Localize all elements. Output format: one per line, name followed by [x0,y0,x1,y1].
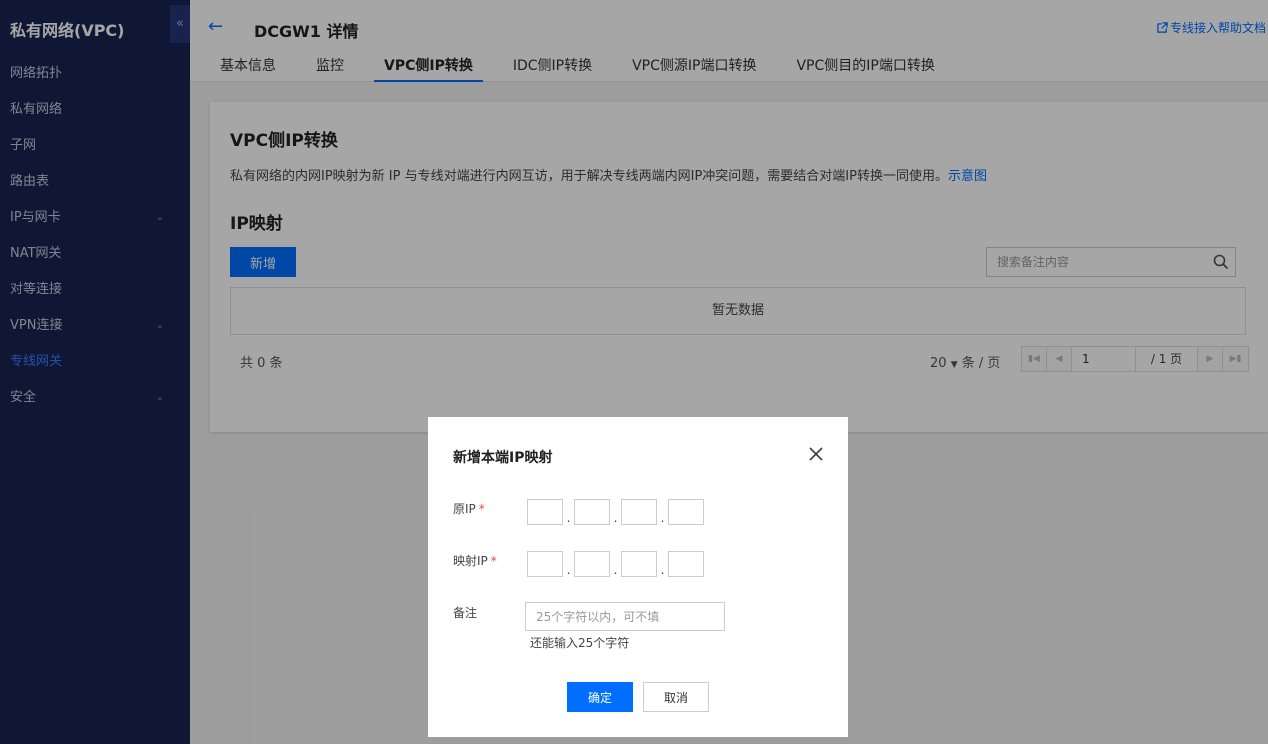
dot-separator: . [613,511,618,525]
mapped-ip-octet-4[interactable] [668,551,704,577]
dot-separator: . [566,563,571,577]
source-ip-label: 原IP * [453,500,485,517]
dot-separator: . [660,563,665,577]
source-ip-label-text: 原IP [453,502,476,516]
mapped-ip-octet-2[interactable] [574,551,610,577]
required-mark: * [490,554,497,568]
note-input[interactable] [525,602,725,631]
mapped-ip-octet-1[interactable] [527,551,563,577]
mapped-ip-label: 映射IP * [453,552,497,569]
note-label: 备注 [453,606,478,620]
source-ip-octet-2[interactable] [574,499,610,525]
dot-separator: . [660,511,665,525]
dot-separator: . [566,511,571,525]
source-ip-octet-1[interactable] [527,499,563,525]
mapped-ip-label-text: 映射IP [453,554,488,568]
cancel-button[interactable]: 取消 [643,682,709,712]
source-ip-octet-3[interactable] [621,499,657,525]
source-ip-fields: . . . [527,499,704,525]
source-ip-octet-4[interactable] [668,499,704,525]
add-ip-mapping-dialog: 新增本端IP映射 原IP* . . . 映射IP* . . . 备注 还能输入2… [428,417,848,737]
note-char-hint: 还能输入25个字符 [530,636,630,650]
dot-separator: . [613,563,618,577]
required-mark: * [478,502,485,516]
confirm-button[interactable]: 确定 [567,682,633,712]
mapped-ip-fields: . . . [527,551,704,577]
close-icon[interactable] [808,446,824,462]
dialog-title: 新增本端IP映射 [453,450,553,466]
mapped-ip-octet-3[interactable] [621,551,657,577]
